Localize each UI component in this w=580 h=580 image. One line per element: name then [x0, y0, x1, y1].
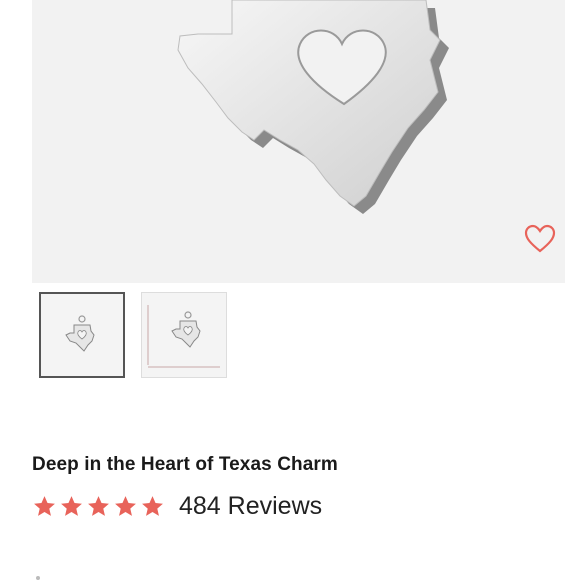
thumbnail-strip [39, 292, 227, 378]
rating-row: 484 Reviews [32, 492, 322, 521]
star-icon [88, 496, 109, 516]
divider-dot [36, 576, 40, 580]
reviews-link[interactable]: 484 Reviews [179, 492, 322, 521]
star-icon [34, 496, 55, 516]
product-main-image[interactable] [32, 0, 565, 283]
texas-charm-image [177, 0, 449, 214]
rating-stars[interactable] [32, 494, 165, 519]
thumbnail-size-chart[interactable] [141, 292, 227, 378]
thumbnail-front[interactable] [39, 292, 125, 378]
product-title: Deep in the Heart of Texas Charm [32, 454, 338, 475]
star-icon [142, 496, 163, 516]
texas-charm-size-thumbnail [147, 305, 220, 368]
star-icon [115, 496, 136, 516]
wishlist-button[interactable] [522, 222, 558, 256]
star-icon [61, 496, 82, 516]
texas-charm-thumbnail [65, 315, 95, 352]
heart-outline-icon [524, 224, 556, 253]
